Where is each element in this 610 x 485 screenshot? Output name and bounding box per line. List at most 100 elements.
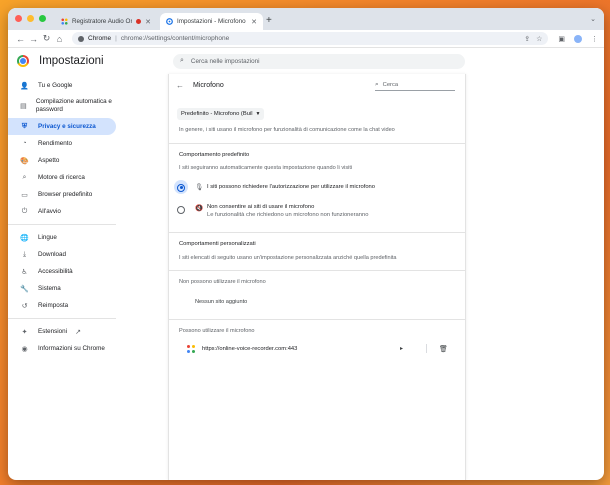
profile-avatar[interactable] bbox=[574, 34, 582, 43]
search-icon: ⌕ bbox=[375, 80, 379, 88]
accessibility-icon: ♿ bbox=[21, 268, 28, 276]
sidebar-item-downloads[interactable]: ⤓ Download bbox=[8, 246, 116, 263]
trash-icon[interactable]: 🗑 bbox=[439, 345, 448, 353]
new-tab-icon[interactable]: + bbox=[266, 15, 272, 26]
close-tab-icon[interactable]: ✕ bbox=[145, 18, 151, 26]
radio-block-sublabel: Le funzionalità che richiedono un microf… bbox=[207, 212, 369, 219]
palette-icon: 🎨 bbox=[20, 157, 29, 165]
vertical-divider bbox=[426, 344, 427, 354]
search-placeholder: Cerca nelle impostazioni bbox=[190, 57, 260, 65]
sidebar-item-appearance[interactable]: 🎨 Aspetto bbox=[8, 152, 116, 169]
panel-search-input[interactable]: ⌕ Cerca bbox=[375, 81, 455, 91]
sidebar-item-performance[interactable]: ◔ Rendimento bbox=[8, 135, 116, 152]
microphone-icon: 🎙 bbox=[195, 184, 204, 191]
divider bbox=[169, 231, 465, 233]
radio-allow[interactable] bbox=[174, 180, 188, 194]
divider bbox=[169, 143, 465, 144]
close-tab-icon[interactable]: ✕ bbox=[251, 18, 257, 26]
sidebar-item-accessibility[interactable]: ♿ Accessibilità bbox=[8, 263, 116, 280]
reset-icon: ↺ bbox=[21, 302, 28, 310]
panel-search-placeholder: Cerca bbox=[382, 81, 399, 88]
radio-block-row[interactable]: 🔇 Non consentire ai siti di usare il mic… bbox=[169, 203, 465, 220]
clipboard-icon: ▤ bbox=[20, 103, 27, 110]
radio-allow-label: I siti possono richiedere l'autorizzazio… bbox=[207, 184, 376, 190]
dropdown-arrow-icon: ▼ bbox=[255, 111, 261, 117]
sidebar-item-you-and-google[interactable]: 👤 Tu e Google bbox=[8, 77, 116, 94]
bookmark-star-icon[interactable]: ☆ bbox=[536, 35, 542, 43]
recording-indicator-icon bbox=[136, 19, 142, 24]
settings-search-input[interactable]: ⌕ Cerca nelle impostazioni bbox=[173, 53, 465, 69]
forward-arrow-icon[interactable]: → bbox=[27, 34, 40, 44]
microphone-settings-panel: ← Microfono ⌕ Cerca Predefinito - Microf… bbox=[168, 74, 466, 480]
sidebar-item-languages[interactable]: 🌐 Lingue bbox=[8, 229, 116, 246]
radio-allow-row[interactable]: 🎙 I siti possono richiedere l'autorizzaz… bbox=[169, 180, 465, 194]
sidebar: 👤 Tu e Google ▤ Compilazione automatica e … bbox=[8, 74, 168, 480]
toolbar: ← → ↻ ⌂ Chrome | chrome://settings/conte… bbox=[8, 30, 604, 48]
chrome-icon: ◉ bbox=[21, 345, 28, 353]
radio-block[interactable] bbox=[177, 206, 185, 214]
sidebar-item-search-engine[interactable]: ⌕ Motore di ricerca bbox=[8, 169, 116, 186]
default-behavior-heading: Comportamento predefinito bbox=[179, 152, 250, 158]
microphone-off-icon: 🔇 bbox=[195, 205, 204, 212]
reload-icon[interactable]: ↻ bbox=[40, 33, 53, 44]
address-bar[interactable]: Chrome | chrome://settings/content/micro… bbox=[72, 32, 549, 45]
allowed-sites-heading: Possono utilizzare il microfono bbox=[179, 327, 255, 334]
sidebar-item-system[interactable]: 🔧 Sistema bbox=[8, 280, 116, 297]
divider bbox=[169, 318, 465, 320]
sidebar-item-extensions[interactable]: ✦ Estensioni ↗ bbox=[8, 323, 116, 340]
tab-recorder[interactable]: Registratore Audio Online ✕ bbox=[55, 13, 157, 30]
search-icon: ⌕ bbox=[22, 173, 27, 181]
microphone-device-select[interactable]: Predefinito - Microfono (Buil ▼ bbox=[177, 108, 265, 120]
search-icon: ⌕ bbox=[180, 57, 184, 64]
puzzle-icon: ✦ bbox=[21, 328, 28, 336]
site-favicon-icon bbox=[187, 344, 195, 353]
sidebar-item-default-browser[interactable]: ▭ Browser predefinito bbox=[8, 186, 116, 203]
power-icon: ⏻ bbox=[21, 207, 28, 215]
custom-behavior-description: I siti elencati di seguito usano un'impo… bbox=[179, 254, 397, 261]
shield-icon: ⛨ bbox=[21, 122, 28, 130]
url-text: chrome://settings/content/microphone bbox=[120, 35, 230, 42]
panel-header: ← Microfono ⌕ Cerca bbox=[169, 77, 465, 94]
browser-icon: ▭ bbox=[21, 191, 28, 199]
back-arrow-icon[interactable]: ← bbox=[14, 34, 27, 44]
default-behavior-description: I siti seguiranno automaticamente questa… bbox=[179, 165, 353, 171]
tab-search-chevron-icon[interactable]: ⌄ bbox=[590, 15, 596, 23]
sidebar-item-reset[interactable]: ↺ Reimposta bbox=[8, 297, 116, 314]
close-window-button[interactable] bbox=[15, 15, 22, 22]
external-link-icon: ↗ bbox=[75, 328, 81, 336]
download-icon: ⤓ bbox=[22, 250, 27, 258]
side-panel-icon[interactable]: ▣ bbox=[558, 35, 565, 43]
recorder-favicon-icon bbox=[61, 18, 68, 25]
custom-behavior-heading: Comportamenti personalizzati bbox=[179, 240, 256, 247]
share-icon[interactable]: ⇪ bbox=[524, 35, 530, 43]
sidebar-item-privacy[interactable]: ⛨ Privacy e sicurezza bbox=[8, 118, 116, 135]
sidebar-item-on-startup[interactable]: ⏻ All'avvio bbox=[8, 203, 116, 220]
sidebar-divider bbox=[8, 224, 116, 225]
device-select-value: Predefinito - Microfono (Buil bbox=[181, 111, 253, 117]
sidebar-item-about-chrome[interactable]: ◉ Informazioni su Chrome bbox=[8, 340, 116, 357]
intro-text: In genere, i siti usano il microfono per… bbox=[179, 127, 395, 133]
sidebar-item-autofill[interactable]: ▤ Compilazione automatica e password bbox=[8, 94, 116, 118]
home-icon[interactable]: ⌂ bbox=[53, 34, 66, 44]
wrench-icon: 🔧 bbox=[20, 285, 29, 293]
settings-gear-icon bbox=[166, 18, 173, 25]
speed-icon: ◔ bbox=[22, 140, 27, 147]
divider bbox=[169, 269, 465, 271]
tab-strip: Registratore Audio Online ✕ Impostazioni… bbox=[8, 8, 604, 30]
page-title: Impostazioni bbox=[39, 55, 104, 67]
chrome-logo-icon bbox=[17, 55, 29, 67]
list-item[interactable]: https://online-voice-recorder.com:443 ▸ … bbox=[169, 342, 465, 356]
tab-title: Impostazioni - Microfono bbox=[177, 18, 246, 25]
menu-kebab-icon[interactable]: ⋮ bbox=[591, 35, 598, 43]
globe-icon: 🌐 bbox=[20, 234, 29, 242]
radio-allow-dot bbox=[177, 183, 185, 192]
sidebar-divider bbox=[8, 318, 116, 319]
person-icon: 👤 bbox=[20, 82, 29, 90]
zoom-window-button[interactable] bbox=[39, 15, 46, 22]
site-url: https://online-voice-recorder.com:443 bbox=[202, 345, 298, 352]
tab-settings-microphone[interactable]: Impostazioni - Microfono ✕ bbox=[160, 13, 263, 30]
browser-window: Registratore Audio Online ✕ Impostazioni… bbox=[8, 8, 604, 480]
chevron-right-icon[interactable]: ▸ bbox=[400, 345, 426, 352]
minimize-window-button[interactable] bbox=[27, 15, 34, 22]
back-arrow-icon[interactable]: ← bbox=[176, 81, 188, 90]
